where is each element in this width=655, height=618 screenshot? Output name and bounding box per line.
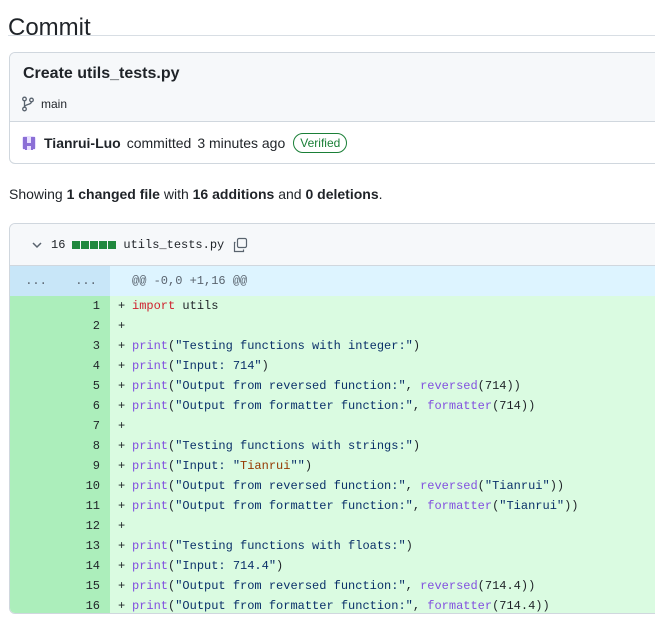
summary-with: with <box>159 186 193 202</box>
line-number[interactable]: 8 <box>62 439 100 453</box>
code-text: print("Output from reversed function:", … <box>132 479 565 493</box>
line-number[interactable]: 12 <box>62 519 100 533</box>
diff-line: 11 + print("Output from formatter function… <box>10 496 655 516</box>
diffstat-blocks <box>72 240 117 249</box>
commit-message: Create utils_tests.py <box>23 65 180 82</box>
git-branch-icon <box>21 96 35 112</box>
diff-line: 3 + print("Testing functions with integer:… <box>10 336 655 356</box>
summary-and: and <box>274 186 306 202</box>
line-number[interactable]: 5 <box>62 379 100 393</box>
commit-box: Create utils_tests.py main Tianrui-Luo c… <box>9 52 655 164</box>
commit-time: 3 minutes ago <box>197 135 286 151</box>
addition-marker: + <box>118 359 126 373</box>
code-text: print("Output from formatter function:",… <box>132 399 536 413</box>
commit-header: Create utils_tests.py main <box>10 53 655 122</box>
diff-line: 1 + import utils <box>10 296 655 316</box>
code-text: print("Testing functions with strings:") <box>132 439 421 453</box>
diff-line: 13 + print("Testing functions with floats:… <box>10 536 655 556</box>
hunk-header: @@ -0,0 +1,16 @@ <box>132 274 248 288</box>
line-number[interactable]: 6 <box>62 399 100 413</box>
diff-lines: 1 + import utils 2 +3 + print("Testing functio… <box>10 296 655 613</box>
addition-marker: + <box>118 379 126 393</box>
code-text: print("Output from reversed function:", … <box>132 579 536 593</box>
author-row: Tianrui-Luo committed 3 minutes ago Veri… <box>20 132 348 154</box>
addition-marker: + <box>118 559 126 573</box>
addition-marker: + <box>118 319 126 333</box>
line-number[interactable]: 9 <box>62 459 100 473</box>
line-number[interactable]: 16 <box>62 599 100 613</box>
addition-marker: + <box>118 579 126 593</box>
author-name[interactable]: Tianrui-Luo <box>44 135 121 151</box>
addition-marker: + <box>118 339 126 353</box>
hunk-expand-right[interactable]: ... <box>62 274 110 288</box>
summary-deletions: 0 deletions <box>305 186 379 202</box>
branch-name: main <box>41 97 68 111</box>
addition-marker: + <box>118 499 126 513</box>
addition-marker: + <box>118 459 126 473</box>
file-header: 16 utils_tests.py <box>10 224 655 266</box>
hunk-expand-left[interactable]: ... <box>10 274 62 288</box>
code-text: print("Output from formatter function:",… <box>132 599 550 613</box>
verified-badge[interactable]: Verified <box>293 133 348 153</box>
diff-line: 8 + print("Testing functions with strings:… <box>10 436 655 456</box>
addition-marker: + <box>118 599 126 613</box>
summary-files: 1 changed file <box>66 186 160 202</box>
code-text: print("Testing functions with floats:") <box>132 539 413 553</box>
avatar[interactable] <box>20 134 38 152</box>
code-text: print("Output from reversed function:", … <box>132 379 521 393</box>
diff-table: ... ... @@ -0,0 +1,16 @@ 1 + import utils 2… <box>10 266 655 613</box>
line-number[interactable]: 7 <box>62 419 100 433</box>
addition-marker: + <box>118 519 126 533</box>
diff-line: 4 + print("Input: 714") <box>10 356 655 376</box>
summary-prefix: Showing <box>9 186 67 202</box>
code-text: print("Input: 714") <box>132 359 269 373</box>
addition-marker: + <box>118 479 126 493</box>
file-name[interactable]: utils_tests.py <box>123 238 224 252</box>
line-number[interactable]: 13 <box>62 539 100 553</box>
line-number[interactable]: 15 <box>62 579 100 593</box>
summary-suffix: . <box>378 186 383 202</box>
file-diff: 16 utils_tests.py ... ... @@ -0,0 +1,16 … <box>9 223 655 614</box>
addition-marker: + <box>118 299 126 313</box>
diff-line: 5 + print("Output from reversed function:"… <box>10 376 655 396</box>
diff-line: 14 + print("Input: 714.4") <box>10 556 655 576</box>
title-divider <box>8 35 655 36</box>
diff-line: 15 + print("Output from reversed function:… <box>10 576 655 596</box>
hunk-header-row[interactable]: ... ... @@ -0,0 +1,16 @@ <box>10 266 655 296</box>
copy-icon[interactable] <box>232 237 248 253</box>
line-number[interactable]: 14 <box>62 559 100 573</box>
commit-action: committed <box>126 135 192 151</box>
addition-marker: + <box>118 399 126 413</box>
diff-line: 10 + print("Output from reversed function:… <box>10 476 655 496</box>
addition-marker: + <box>118 419 126 433</box>
addition-marker: + <box>118 539 126 553</box>
summary-additions: 16 additions <box>192 186 275 202</box>
code-text: print("Output from formatter function:",… <box>132 499 579 513</box>
diffstat-count: 16 <box>51 237 66 252</box>
line-number[interactable]: 2 <box>62 319 100 333</box>
line-number[interactable]: 11 <box>62 499 100 513</box>
diff-line: 12 + <box>10 516 655 536</box>
line-number[interactable]: 1 <box>62 299 100 313</box>
branch-link[interactable]: main <box>21 96 67 112</box>
line-number[interactable]: 3 <box>62 339 100 353</box>
code-text: print("Input: "Tianrui"") <box>132 459 313 473</box>
code-text: print("Input: 714.4") <box>132 559 284 573</box>
diff-line: 16 + print("Output from formatter function… <box>10 596 655 613</box>
chevron-down-icon[interactable] <box>31 239 43 251</box>
line-number[interactable]: 10 <box>62 479 100 493</box>
page-title: Commit <box>8 14 91 42</box>
diff-line: 9 + print("Input: "Tianrui"") <box>10 456 655 476</box>
diff-line: 2 + <box>10 316 655 336</box>
line-number[interactable]: 4 <box>62 359 100 373</box>
code-text: print("Testing functions with integer:") <box>132 339 421 353</box>
code-text: import utils <box>132 299 219 313</box>
diff-summary: Showing 1 changed file with 16 additions… <box>9 186 383 202</box>
diff-line: 7 + <box>10 416 655 436</box>
diff-line: 6 + print("Output from formatter function:… <box>10 396 655 416</box>
addition-marker: + <box>118 439 126 453</box>
